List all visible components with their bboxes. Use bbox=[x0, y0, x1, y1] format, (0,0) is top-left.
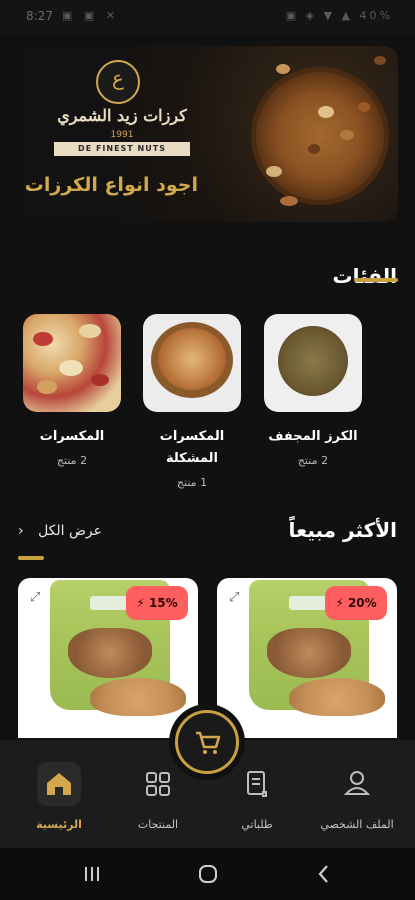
brand-logo-icon bbox=[96, 60, 140, 104]
status-time: 8:27 bbox=[26, 9, 53, 23]
discount-badge: ⚡ 15% bbox=[126, 586, 188, 620]
cart-button[interactable] bbox=[175, 710, 239, 774]
status-bar: 8:27 ▣ ▣ ✕ ▣ ◈ ▼ ▲ 40% bbox=[0, 0, 415, 34]
expand-icon[interactable]: ⤢ bbox=[30, 590, 46, 606]
nav-home-label: الرئيسية bbox=[36, 818, 82, 831]
status-right-icons: ▣ ◈ ▼ ▲ 40% bbox=[285, 9, 393, 22]
nuts-image bbox=[23, 314, 121, 412]
banner-year: 1991 bbox=[110, 130, 134, 140]
product-card[interactable]: ⚡ 15% ⤢ bbox=[18, 578, 198, 738]
product-card[interactable]: ⚡ 20% ⤢ bbox=[217, 578, 397, 738]
nav-products-label: المنتجات bbox=[137, 818, 179, 831]
category-name: المكسرات bbox=[39, 429, 105, 444]
view-all-link[interactable]: عرض الكل ‹ bbox=[18, 523, 102, 539]
cart-icon bbox=[196, 731, 221, 754]
category-name: المكسرات المشكلة bbox=[159, 429, 225, 466]
home-button-icon[interactable] bbox=[196, 863, 220, 885]
expand-icon[interactable]: ⤢ bbox=[229, 590, 245, 606]
nut-decoration bbox=[280, 196, 298, 206]
nav-profile-label: الملف الشخصي bbox=[320, 818, 394, 831]
category-item[interactable]: الكرز المجفف 2 منتج bbox=[263, 314, 363, 467]
view-all-label: عرض الكل bbox=[38, 523, 103, 539]
category-count: 2 منتج bbox=[56, 454, 88, 467]
chevron-left-icon: ‹ bbox=[18, 523, 24, 539]
bolt-icon: ⚡ bbox=[136, 596, 149, 610]
bestsellers-title-underline bbox=[18, 556, 44, 560]
category-item[interactable]: المكسرات المشكلة 1 منتج bbox=[142, 314, 242, 489]
categories-title: الفئات bbox=[332, 264, 397, 288]
hero-banner[interactable]: كرزات زيد الشمري 1991 DE FINEST NUTS اجو… bbox=[18, 46, 398, 222]
nut-decoration bbox=[276, 64, 290, 74]
nut-decoration bbox=[340, 130, 354, 140]
nuts-bowl-image bbox=[256, 72, 384, 200]
nav-home[interactable]: الرئيسية bbox=[14, 762, 104, 831]
nav-products[interactable]: المنتجات bbox=[113, 762, 203, 831]
recent-apps-icon[interactable] bbox=[80, 863, 104, 885]
category-count: 1 منتج bbox=[176, 476, 208, 489]
user-icon bbox=[335, 762, 379, 806]
banner-brand: كرزات زيد الشمري bbox=[57, 106, 187, 125]
bolt-icon: ⚡ bbox=[335, 596, 348, 610]
receipt-icon bbox=[235, 762, 279, 806]
banner-tagline: اجود انواع الكرزات bbox=[24, 174, 198, 196]
nav-orders[interactable]: طلباتي bbox=[212, 762, 302, 831]
discount-badge: ⚡ 20% bbox=[325, 586, 387, 620]
category-item[interactable]: المكسرات 2 منتج bbox=[22, 314, 122, 467]
nut-decoration bbox=[374, 56, 386, 65]
categories-title-underline bbox=[354, 278, 398, 282]
bestsellers-title: الأكثر مبيعاً bbox=[288, 518, 397, 542]
category-count: 2 منتج bbox=[297, 454, 329, 467]
nav-profile[interactable]: الملف الشخصي bbox=[312, 762, 402, 831]
nut-decoration bbox=[308, 144, 320, 154]
nav-orders-label: طلباتي bbox=[241, 818, 273, 831]
grid-icon bbox=[136, 762, 180, 806]
back-icon[interactable] bbox=[312, 863, 336, 885]
home-icon bbox=[37, 762, 81, 806]
nut-decoration bbox=[266, 166, 282, 177]
mixed-nuts-bowl-image bbox=[143, 314, 241, 412]
system-navigation-bar bbox=[0, 848, 415, 900]
category-name: الكرز المجفف bbox=[268, 429, 358, 444]
nut-decoration bbox=[358, 102, 370, 112]
nut-decoration bbox=[318, 106, 334, 118]
status-left-icons: ▣ ▣ ✕ bbox=[62, 9, 119, 22]
dried-nuts-image bbox=[264, 314, 362, 412]
banner-ribbon: DE FINEST NUTS bbox=[54, 142, 190, 156]
